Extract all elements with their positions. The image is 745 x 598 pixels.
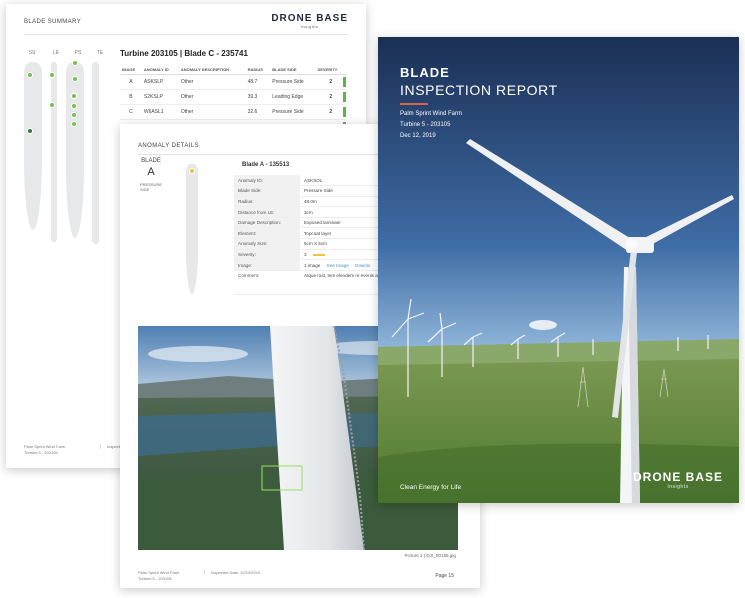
accent-rule <box>400 103 428 105</box>
anomaly-marker[interactable] <box>49 102 55 108</box>
severity-bar <box>312 253 325 256</box>
table-cell: 48.7 <box>245 74 271 90</box>
table-cell: C <box>120 104 142 120</box>
column-header: SEVERITY <box>315 65 346 75</box>
detail-key: Distance from LE: <box>234 206 300 218</box>
footer-inspected-date: Inspected Date: 12/13/2019 <box>204 570 260 575</box>
column-header: ANOMALY ID <box>141 65 179 75</box>
table-cell: Pressure Side <box>270 104 316 120</box>
table-header-row: IMAGE ANOMALY ID ANOMALY DESCRIPTION RAD… <box>120 65 346 75</box>
blade-side-label: PRESSURE SIDE <box>140 182 163 192</box>
cover-site: Palm Sprint Wind Farm <box>400 111 463 117</box>
blade-diagram-ss <box>24 62 42 230</box>
anomaly-marker[interactable] <box>189 168 195 174</box>
cover-tagline: Clean Energy for Life <box>400 484 462 491</box>
table-cell: Other <box>178 104 246 120</box>
table-row[interactable]: B S2KSLP Other 39.3 Leading Edge 2 <box>120 89 347 105</box>
photo-caption: Picture 2 | DJI_00155.jpg <box>404 553 456 558</box>
cover-title: BLADE <box>400 65 450 80</box>
anomaly-marker[interactable] <box>27 128 33 134</box>
blade-letter: A <box>147 166 155 178</box>
table-cell: 39.3 <box>245 89 271 105</box>
severity-cell: 2 <box>315 104 347 120</box>
table-cell: Leading Edge <box>270 89 316 105</box>
table-row[interactable]: A ASKSLP Other 48.7 Pressure Side 2 <box>120 74 347 90</box>
column-header: IMAGE <box>120 65 142 75</box>
detail-key: Damage Description: <box>234 217 300 229</box>
detail-key: Radius: <box>234 196 300 208</box>
anomaly-marker[interactable] <box>72 60 78 66</box>
logo-main-text: DRONE BASE <box>271 13 348 24</box>
blade-diagram-le <box>51 62 57 242</box>
table-cell: Other <box>178 74 246 90</box>
cover-date: Dec 12, 2019 <box>400 133 436 139</box>
column-header: RADIUS <box>245 65 271 75</box>
detail-key: Anomaly Size: <box>234 238 300 250</box>
anomaly-marker[interactable] <box>71 93 77 99</box>
anomaly-marker[interactable] <box>71 103 77 109</box>
blade-diagram <box>186 164 198 294</box>
page-footer: Palm Sprint Wind Farm Turbine 5 - 203105 <box>138 570 179 582</box>
column-label-ss: SS <box>28 50 36 56</box>
anomaly-marker[interactable] <box>72 76 78 82</box>
table-row[interactable]: C W6ASL1 Other 32.6 Pressure Side 2 <box>120 104 347 120</box>
detail-key: Image: <box>234 259 300 271</box>
severity-cell: 2 <box>315 89 347 105</box>
severity-value: 3 <box>304 251 307 257</box>
table-cell: Other <box>178 89 246 105</box>
page-footer: Palm Sprint Wind Farm Turbine 5 - 203105 <box>24 444 65 456</box>
drone-base-logo: DRONE BASE Insights <box>633 470 723 490</box>
anomaly-marker[interactable] <box>71 112 77 118</box>
blade-title: Blade A - 135513 <box>242 162 290 168</box>
detail-key: Anomaly ID: <box>234 175 300 187</box>
table-cell: 32.6 <box>245 104 271 120</box>
anomaly-marker[interactable] <box>71 121 77 127</box>
detail-key: Severity: <box>234 249 300 261</box>
anomaly-marker[interactable] <box>49 72 55 78</box>
table-cell: ASKSLP <box>141 74 179 90</box>
logo-sub-text: Insights <box>300 24 319 29</box>
page-number: Page 15 <box>435 573 454 579</box>
anomaly-marker[interactable] <box>27 72 33 78</box>
blade-diagram-ps <box>66 62 84 238</box>
column-label-le: LE <box>52 50 60 56</box>
wind-farm-photo <box>378 37 739 503</box>
footer-turbine: Turbine 5 - 203105 <box>138 576 172 581</box>
see-image-link[interactable]: See Image <box>327 263 349 268</box>
blade-label: BLADE <box>141 158 161 164</box>
table-cell: S2KSLP <box>141 89 179 105</box>
divider <box>24 34 348 35</box>
turbine-blade-title: Turbine 203105 | Blade C - 235741 <box>120 49 248 58</box>
severity-cell: 2 <box>315 74 347 90</box>
table-cell: A <box>120 74 142 90</box>
image-count: 1 image <box>304 262 321 268</box>
footer-turbine: Turbine 5 - 203105 <box>24 450 58 455</box>
cover-subtitle: INSPECTION REPORT <box>400 82 558 98</box>
column-header: BLADE SIDE <box>270 65 316 75</box>
section-title: ANOMALY DETAILS <box>138 143 200 149</box>
download-link[interactable]: Downlo <box>355 263 370 268</box>
column-label-ps: PS <box>74 50 82 56</box>
report-cover-page: BLADE INSPECTION REPORT Palm Sprint Wind… <box>378 37 739 503</box>
logo-main-text: DRONE BASE <box>632 470 723 484</box>
column-header: ANOMALY DESCRIPTION <box>178 65 246 75</box>
logo-sub-text: Insights <box>667 484 689 490</box>
blade-diagram-te <box>92 62 99 244</box>
section-title: BLADE SUMMARY <box>24 19 82 25</box>
drone-base-logo: DRONE BASE Insights <box>271 13 348 29</box>
cover-turbine: Turbine 5 - 203105 <box>400 122 451 128</box>
detail-key: Element: <box>234 227 300 240</box>
detail-key: Blade Side: <box>234 185 300 197</box>
column-label-te: TE <box>96 50 104 56</box>
table-cell: Pressure Side <box>270 74 316 90</box>
detail-key: Comment: <box>234 270 300 295</box>
table-cell: W6ASL1 <box>141 104 179 120</box>
table-cell: B <box>120 89 142 105</box>
